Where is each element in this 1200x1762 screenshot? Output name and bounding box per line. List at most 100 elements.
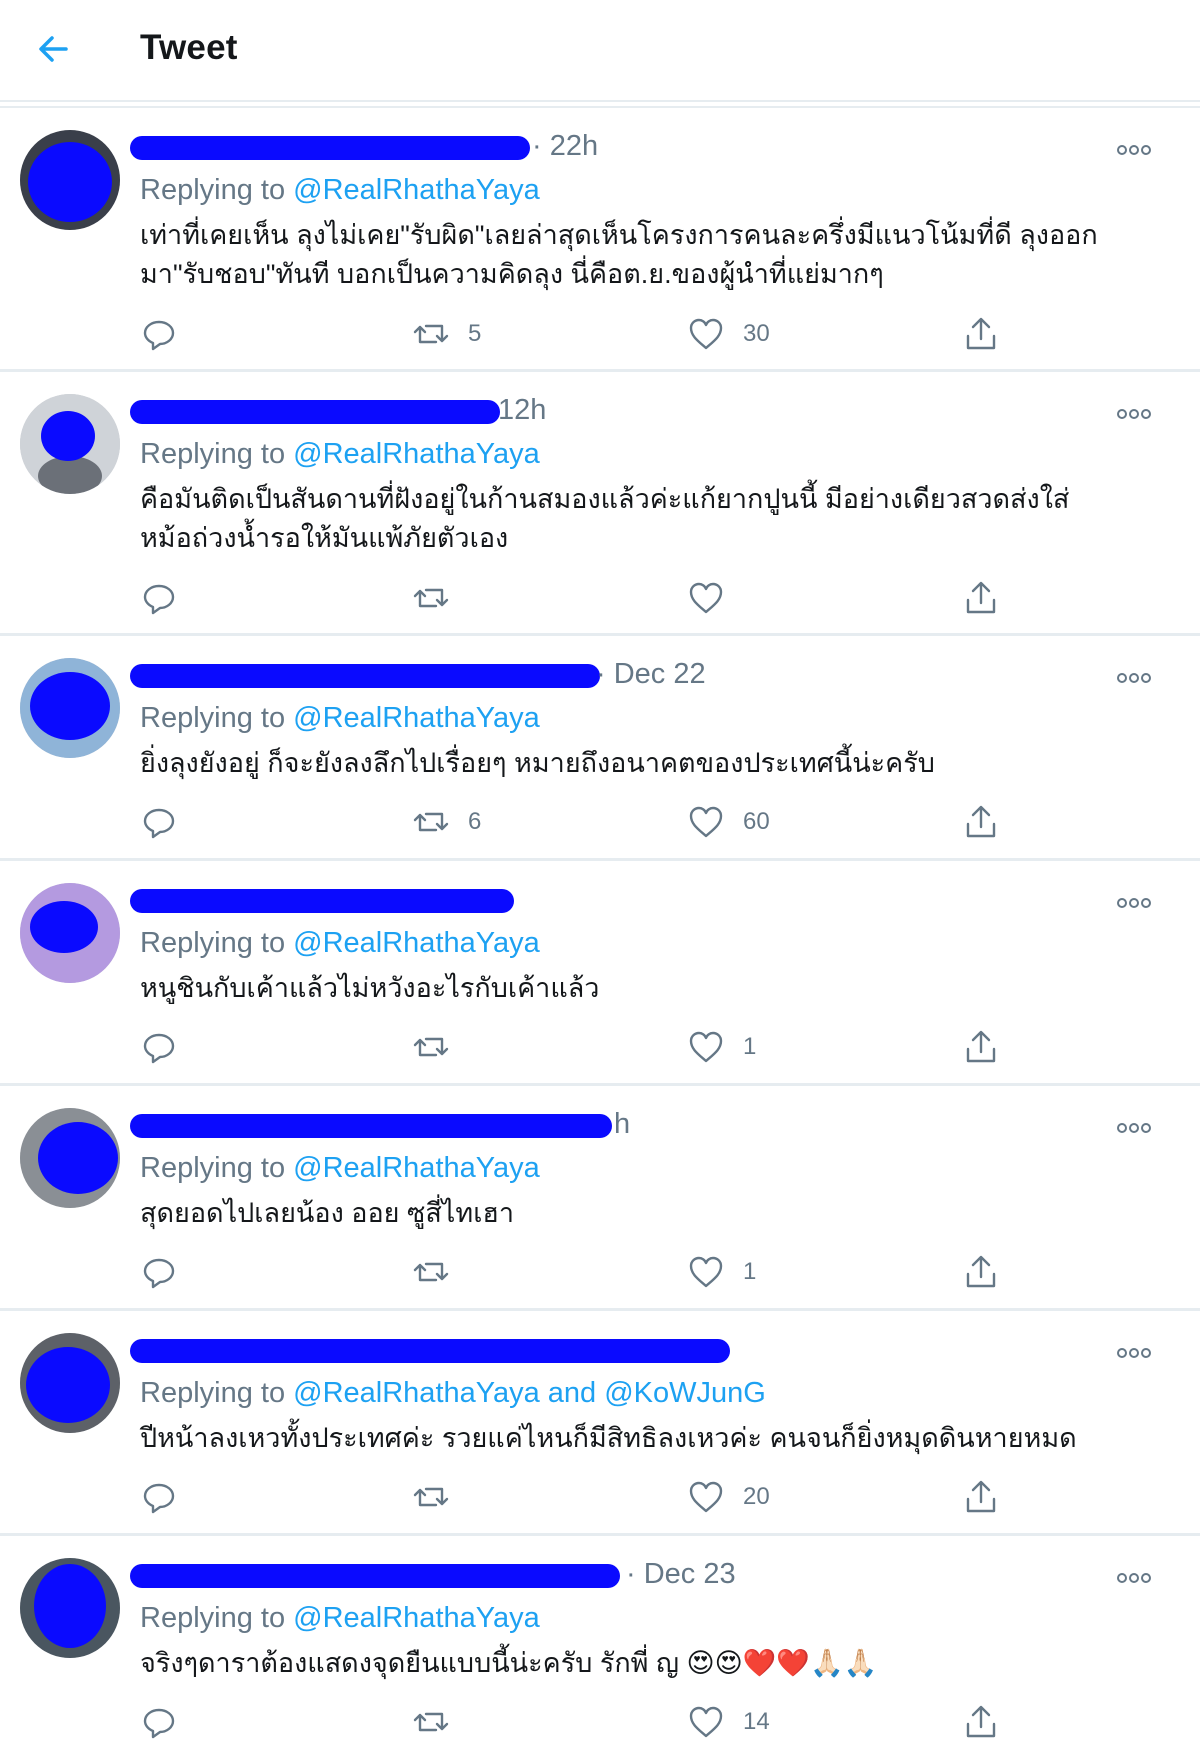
avatar[interactable] — [20, 1108, 120, 1208]
mention-link[interactable]: @RealRhathaYaya and @KoWJunG — [293, 1377, 766, 1409]
retweet-button[interactable]: 5 — [412, 312, 481, 356]
mention-link[interactable]: @RealRhathaYaya — [293, 927, 540, 959]
tweet-text: สุดยอดไปเลยน้อง ออย ซูสี่ไทเฮา — [140, 1194, 1180, 1233]
like-button[interactable]: 20 — [687, 1475, 770, 1519]
replying-to-label: Replying to — [140, 702, 286, 734]
more-dots-icon — [1117, 898, 1151, 908]
tweet-reply[interactable]: · 22h Replying to @RealRhathaYaya เท่าที… — [0, 108, 1200, 372]
reply-button[interactable] — [140, 312, 178, 356]
retweet-icon — [413, 1037, 449, 1057]
reply-button[interactable] — [140, 1025, 178, 1069]
like-button[interactable]: 60 — [687, 800, 770, 844]
reply-button[interactable] — [140, 1250, 178, 1294]
more-button[interactable] — [1114, 138, 1154, 162]
more-button[interactable] — [1114, 1116, 1154, 1140]
like-button[interactable]: 14 — [687, 1700, 770, 1744]
retweet-count: 5 — [468, 320, 482, 347]
tweet-text-line: จริงๆดาราต้องแสดงจุดยืนแบบนี้น่ะครับ รัก… — [140, 1648, 878, 1678]
like-button[interactable]: 30 — [687, 312, 770, 356]
retweet-button[interactable] — [412, 1700, 468, 1744]
reply-icon — [143, 1708, 175, 1739]
reply-button[interactable] — [140, 1475, 178, 1519]
more-dots-icon — [1117, 673, 1151, 683]
more-dots-icon — [1117, 145, 1151, 155]
more-button[interactable] — [1114, 1566, 1154, 1590]
share-button[interactable] — [962, 1700, 1000, 1744]
tweet-author-line: · Dec 23 — [130, 1556, 1030, 1596]
arrow-left-icon — [39, 36, 68, 62]
retweet-icon — [413, 324, 449, 344]
mention-link[interactable]: @RealRhathaYaya — [293, 1602, 540, 1634]
retweet-button[interactable] — [412, 1250, 468, 1294]
mention-link[interactable]: @RealRhathaYaya — [293, 702, 540, 734]
tweet-text-line: เท่าที่เคยเห็น ลุงไม่เคย"รับผิด"เลยล่าสุ… — [140, 220, 1098, 250]
more-button[interactable] — [1114, 666, 1154, 690]
reply-icon — [143, 584, 175, 615]
tweet-reply[interactable]: Replying to @RealRhathaYaya หนูชินกับเค้… — [0, 861, 1200, 1086]
share-button[interactable] — [962, 1250, 1000, 1294]
back-button[interactable] — [32, 28, 76, 72]
like-button[interactable]: 1 — [687, 1250, 756, 1294]
share-button[interactable] — [962, 1025, 1000, 1069]
share-button[interactable] — [962, 576, 1000, 620]
retweet-button[interactable]: 6 — [412, 800, 481, 844]
share-button[interactable] — [962, 312, 1000, 356]
like-count: 60 — [743, 808, 770, 835]
replying-to-line: Replying to @RealRhathaYaya — [140, 927, 540, 960]
share-button[interactable] — [962, 1475, 1000, 1519]
avatar[interactable] — [20, 883, 120, 983]
redacted-username — [130, 664, 600, 688]
tweet-reply[interactable]: h Replying to @RealRhathaYaya สุดยอดไปเล… — [0, 1086, 1200, 1311]
mention-link[interactable]: @RealRhathaYaya — [293, 1152, 540, 1184]
redacted-username — [130, 1339, 730, 1363]
heart-icon — [689, 806, 723, 838]
redacted-username — [130, 1564, 620, 1588]
retweet-button[interactable] — [412, 576, 468, 620]
mention-link[interactable]: @RealRhathaYaya — [293, 174, 540, 206]
share-icon — [966, 581, 996, 614]
tweet-reply[interactable]: · Dec 22 Replying to @RealRhathaYaya ยิ่… — [0, 636, 1200, 861]
tweet-text-line: คือมันติดเป็นสันดานที่ฝังอยู่ในก้านสมองแ… — [140, 484, 1070, 514]
tweet-reply[interactable]: Replying to @RealRhathaYaya and @KoWJunG… — [0, 1311, 1200, 1536]
heart-icon — [689, 1706, 723, 1738]
tweet-reply[interactable]: · Dec 23 Replying to @RealRhathaYaya จริ… — [0, 1536, 1200, 1762]
retweet-button[interactable] — [412, 1475, 468, 1519]
tweet-text-line: ปีหน้าลงเหวทั้งประเทศค่ะ รวยแค่ไหนก็มีสิ… — [140, 1423, 1077, 1453]
avatar[interactable] — [20, 130, 120, 230]
replying-to-label: Replying to — [140, 174, 286, 206]
reply-button[interactable] — [140, 1700, 178, 1744]
page-title: Tweet — [140, 28, 238, 67]
replying-to-label: Replying to — [140, 1152, 286, 1184]
share-icon — [966, 1255, 996, 1288]
avatar[interactable] — [20, 1558, 120, 1658]
tweet-actions: 1 — [0, 1025, 1200, 1069]
tweet-actions: 5 30 — [0, 312, 1200, 356]
tweet-text: จริงๆดาราต้องแสดงจุดยืนแบบนี้น่ะครับ รัก… — [140, 1644, 1180, 1683]
like-button[interactable] — [687, 576, 743, 620]
retweet-button[interactable] — [412, 1025, 468, 1069]
share-icon — [966, 1480, 996, 1513]
more-button[interactable] — [1114, 402, 1154, 426]
tweet-reply[interactable]: 12h Replying to @RealRhathaYaya คือมันติ… — [0, 372, 1200, 636]
avatar[interactable] — [20, 1333, 120, 1433]
tweet-text: ปีหน้าลงเหวทั้งประเทศค่ะ รวยแค่ไหนก็มีสิ… — [140, 1419, 1180, 1458]
avatar[interactable] — [20, 658, 120, 758]
like-button[interactable]: 1 — [687, 1025, 756, 1069]
like-count: 14 — [743, 1708, 770, 1735]
reply-button[interactable] — [140, 800, 178, 844]
reply-button[interactable] — [140, 576, 178, 620]
share-icon — [966, 317, 996, 350]
tweet-author-line: 12h — [130, 392, 1030, 432]
replying-to-line: Replying to @RealRhathaYaya — [140, 702, 540, 735]
tweet-actions: 20 — [0, 1475, 1200, 1519]
more-button[interactable] — [1114, 1341, 1154, 1365]
like-count: 1 — [743, 1258, 757, 1285]
tweet-timestamp: · Dec 23 — [626, 1558, 736, 1590]
tweet-text: เท่าที่เคยเห็น ลุงไม่เคย"รับผิด"เลยล่าสุ… — [140, 216, 1180, 294]
more-button[interactable] — [1114, 891, 1154, 915]
share-button[interactable] — [962, 800, 1000, 844]
header-divider — [0, 100, 1200, 108]
mention-link[interactable]: @RealRhathaYaya — [293, 438, 540, 470]
retweet-count: 6 — [468, 808, 482, 835]
avatar[interactable] — [20, 394, 120, 494]
